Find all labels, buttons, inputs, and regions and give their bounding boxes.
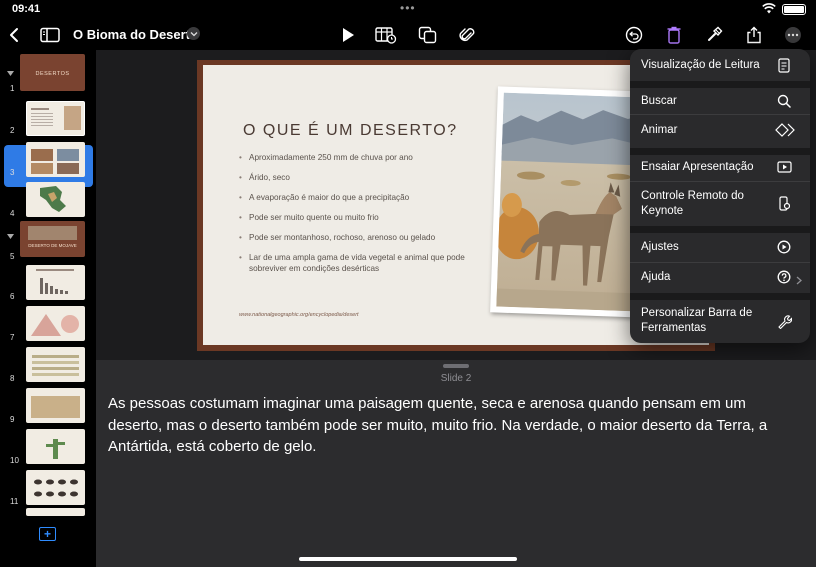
document-title[interactable]: O Bioma do Deserto (73, 27, 198, 42)
chevron-down-icon[interactable] (187, 27, 200, 40)
collapse-triangle-icon[interactable] (7, 234, 14, 239)
resize-handle[interactable] (443, 364, 469, 368)
shapes-icon[interactable] (416, 23, 440, 47)
menu-item-help[interactable]: Ajuda (630, 263, 810, 292)
multitask-dots-icon[interactable]: ••• (400, 1, 416, 15)
slide-number: 5 (10, 252, 15, 261)
menu-item-label: Ensaiar Apresentação (641, 161, 754, 173)
menu-item-label: Personalizar Barra de Ferramentas (641, 307, 753, 334)
slide-number: 11 (10, 497, 19, 506)
slide-thumbnail[interactable] (26, 388, 85, 423)
slide-thumbnail[interactable] (26, 470, 85, 505)
play-icon[interactable] (336, 23, 360, 47)
slide-thumbnail[interactable] (26, 508, 85, 516)
more-icon[interactable] (781, 23, 805, 47)
chevron-right-icon (796, 272, 802, 290)
slide-number: 3 (10, 168, 15, 177)
more-menu: Visualização de Leitura Buscar Animar En… (630, 49, 810, 343)
slide-title[interactable]: O QUE É UM DESERTO? (243, 122, 458, 140)
slide-thumbnail[interactable] (26, 142, 85, 177)
menu-item-label: Controle Remoto do Keynote (641, 190, 744, 217)
slide-thumbnail[interactable] (26, 265, 85, 300)
menu-divider (630, 148, 810, 155)
bullet-item: Árido, seco (239, 173, 479, 184)
slide-thumbnail[interactable]: DESERTOS (20, 54, 85, 91)
slide-thumbnail[interactable] (26, 306, 85, 341)
menu-item-reading-view[interactable]: Visualização de Leitura (630, 49, 810, 81)
slide-thumbnail[interactable] (26, 347, 85, 382)
reading-view-icon (776, 57, 792, 73)
menu-item-animate[interactable]: Animar (630, 115, 810, 146)
status-bar: 09:41 ••• (0, 0, 816, 20)
slide-number: 2 (10, 126, 15, 135)
home-indicator[interactable] (299, 557, 517, 561)
source-link: www.nationalgeographic.org/encyclopedia/… (239, 312, 359, 318)
menu-item-label: Animar (641, 124, 678, 136)
notes-slide-label: Slide 2 (440, 373, 472, 384)
attachment-icon[interactable] (455, 23, 479, 47)
share-icon[interactable] (742, 23, 766, 47)
animate-icon (774, 122, 796, 138)
slide-navigator: 1 DESERTOS 2 3 4 5 DESERTO DE MOJAVE 6 7… (0, 50, 96, 567)
toolbar: O Bioma do Deserto (0, 20, 816, 50)
add-slide-button[interactable]: + (39, 527, 56, 541)
menu-item-keynote-remote[interactable]: Controle Remoto do Keynote (630, 182, 810, 224)
menu-item-label: Ajuda (641, 271, 671, 283)
slide-number: 7 (10, 333, 15, 342)
slide-thumbnail[interactable] (26, 429, 85, 464)
thumbnail-label: DESERTO DE MOJAVE (28, 243, 77, 248)
search-icon (776, 93, 792, 109)
table-icon[interactable] (374, 23, 398, 47)
undo-icon[interactable] (622, 23, 646, 47)
help-icon (776, 269, 792, 285)
slide-thumbnail[interactable]: DESERTO DE MOJAVE (20, 221, 85, 257)
slide-number: 1 (10, 84, 15, 93)
sidebar-icon[interactable] (38, 23, 62, 47)
rehearse-icon (776, 159, 792, 175)
menu-item-customize-toolbar[interactable]: Personalizar Barra de Ferramentas (630, 300, 810, 343)
bullet-item: Pode ser muito quente ou muito frio (239, 213, 479, 224)
remote-icon (776, 195, 792, 211)
slide-number: 9 (10, 415, 15, 424)
bullet-item: Aproximadamente 250 mm de chuva por ano (239, 153, 479, 164)
menu-item-label: Buscar (641, 95, 677, 107)
bullet-item: Pode ser montanhoso, rochoso, arenoso ou… (239, 233, 479, 244)
settings-icon (776, 239, 792, 255)
menu-item-label: Ajustes (641, 241, 679, 253)
bullet-item: Lar de uma ampla gama de vida vegetal e … (239, 253, 479, 274)
slide-thumbnail[interactable] (26, 101, 85, 136)
bullet-item: A evaporação é maior do que a precipitaç… (239, 193, 479, 204)
format-brush-icon[interactable] (702, 23, 726, 47)
slide-bullets[interactable]: Aproximadamente 250 mm de chuva por ano … (239, 153, 479, 284)
slide-number: 4 (10, 209, 15, 218)
slide-number: 8 (10, 374, 15, 383)
trash-icon[interactable] (662, 23, 686, 47)
slide-number: 10 (10, 456, 19, 465)
thumbnail-label: DESERTOS (35, 71, 70, 77)
slide-number: 6 (10, 292, 15, 301)
menu-divider (630, 226, 810, 233)
status-time: 09:41 (12, 3, 41, 15)
slide-thumbnail[interactable] (26, 182, 85, 217)
menu-item-rehearse[interactable]: Ensaiar Apresentação (630, 155, 810, 182)
wrench-icon (776, 313, 792, 329)
collapse-triangle-icon[interactable] (7, 71, 14, 76)
back-icon[interactable] (2, 23, 26, 47)
menu-item-label: Visualização de Leitura (641, 59, 760, 71)
menu-divider (630, 81, 810, 88)
wifi-icon (762, 3, 776, 14)
presenter-notes-panel: Slide 2 As pessoas costumam imaginar uma… (96, 360, 816, 567)
battery-icon (782, 4, 806, 15)
presenter-notes-text[interactable]: As pessoas costumam imaginar uma paisage… (108, 393, 798, 458)
menu-divider (630, 293, 810, 300)
coyote-photo[interactable] (490, 86, 650, 318)
menu-item-settings[interactable]: Ajustes (630, 233, 810, 262)
